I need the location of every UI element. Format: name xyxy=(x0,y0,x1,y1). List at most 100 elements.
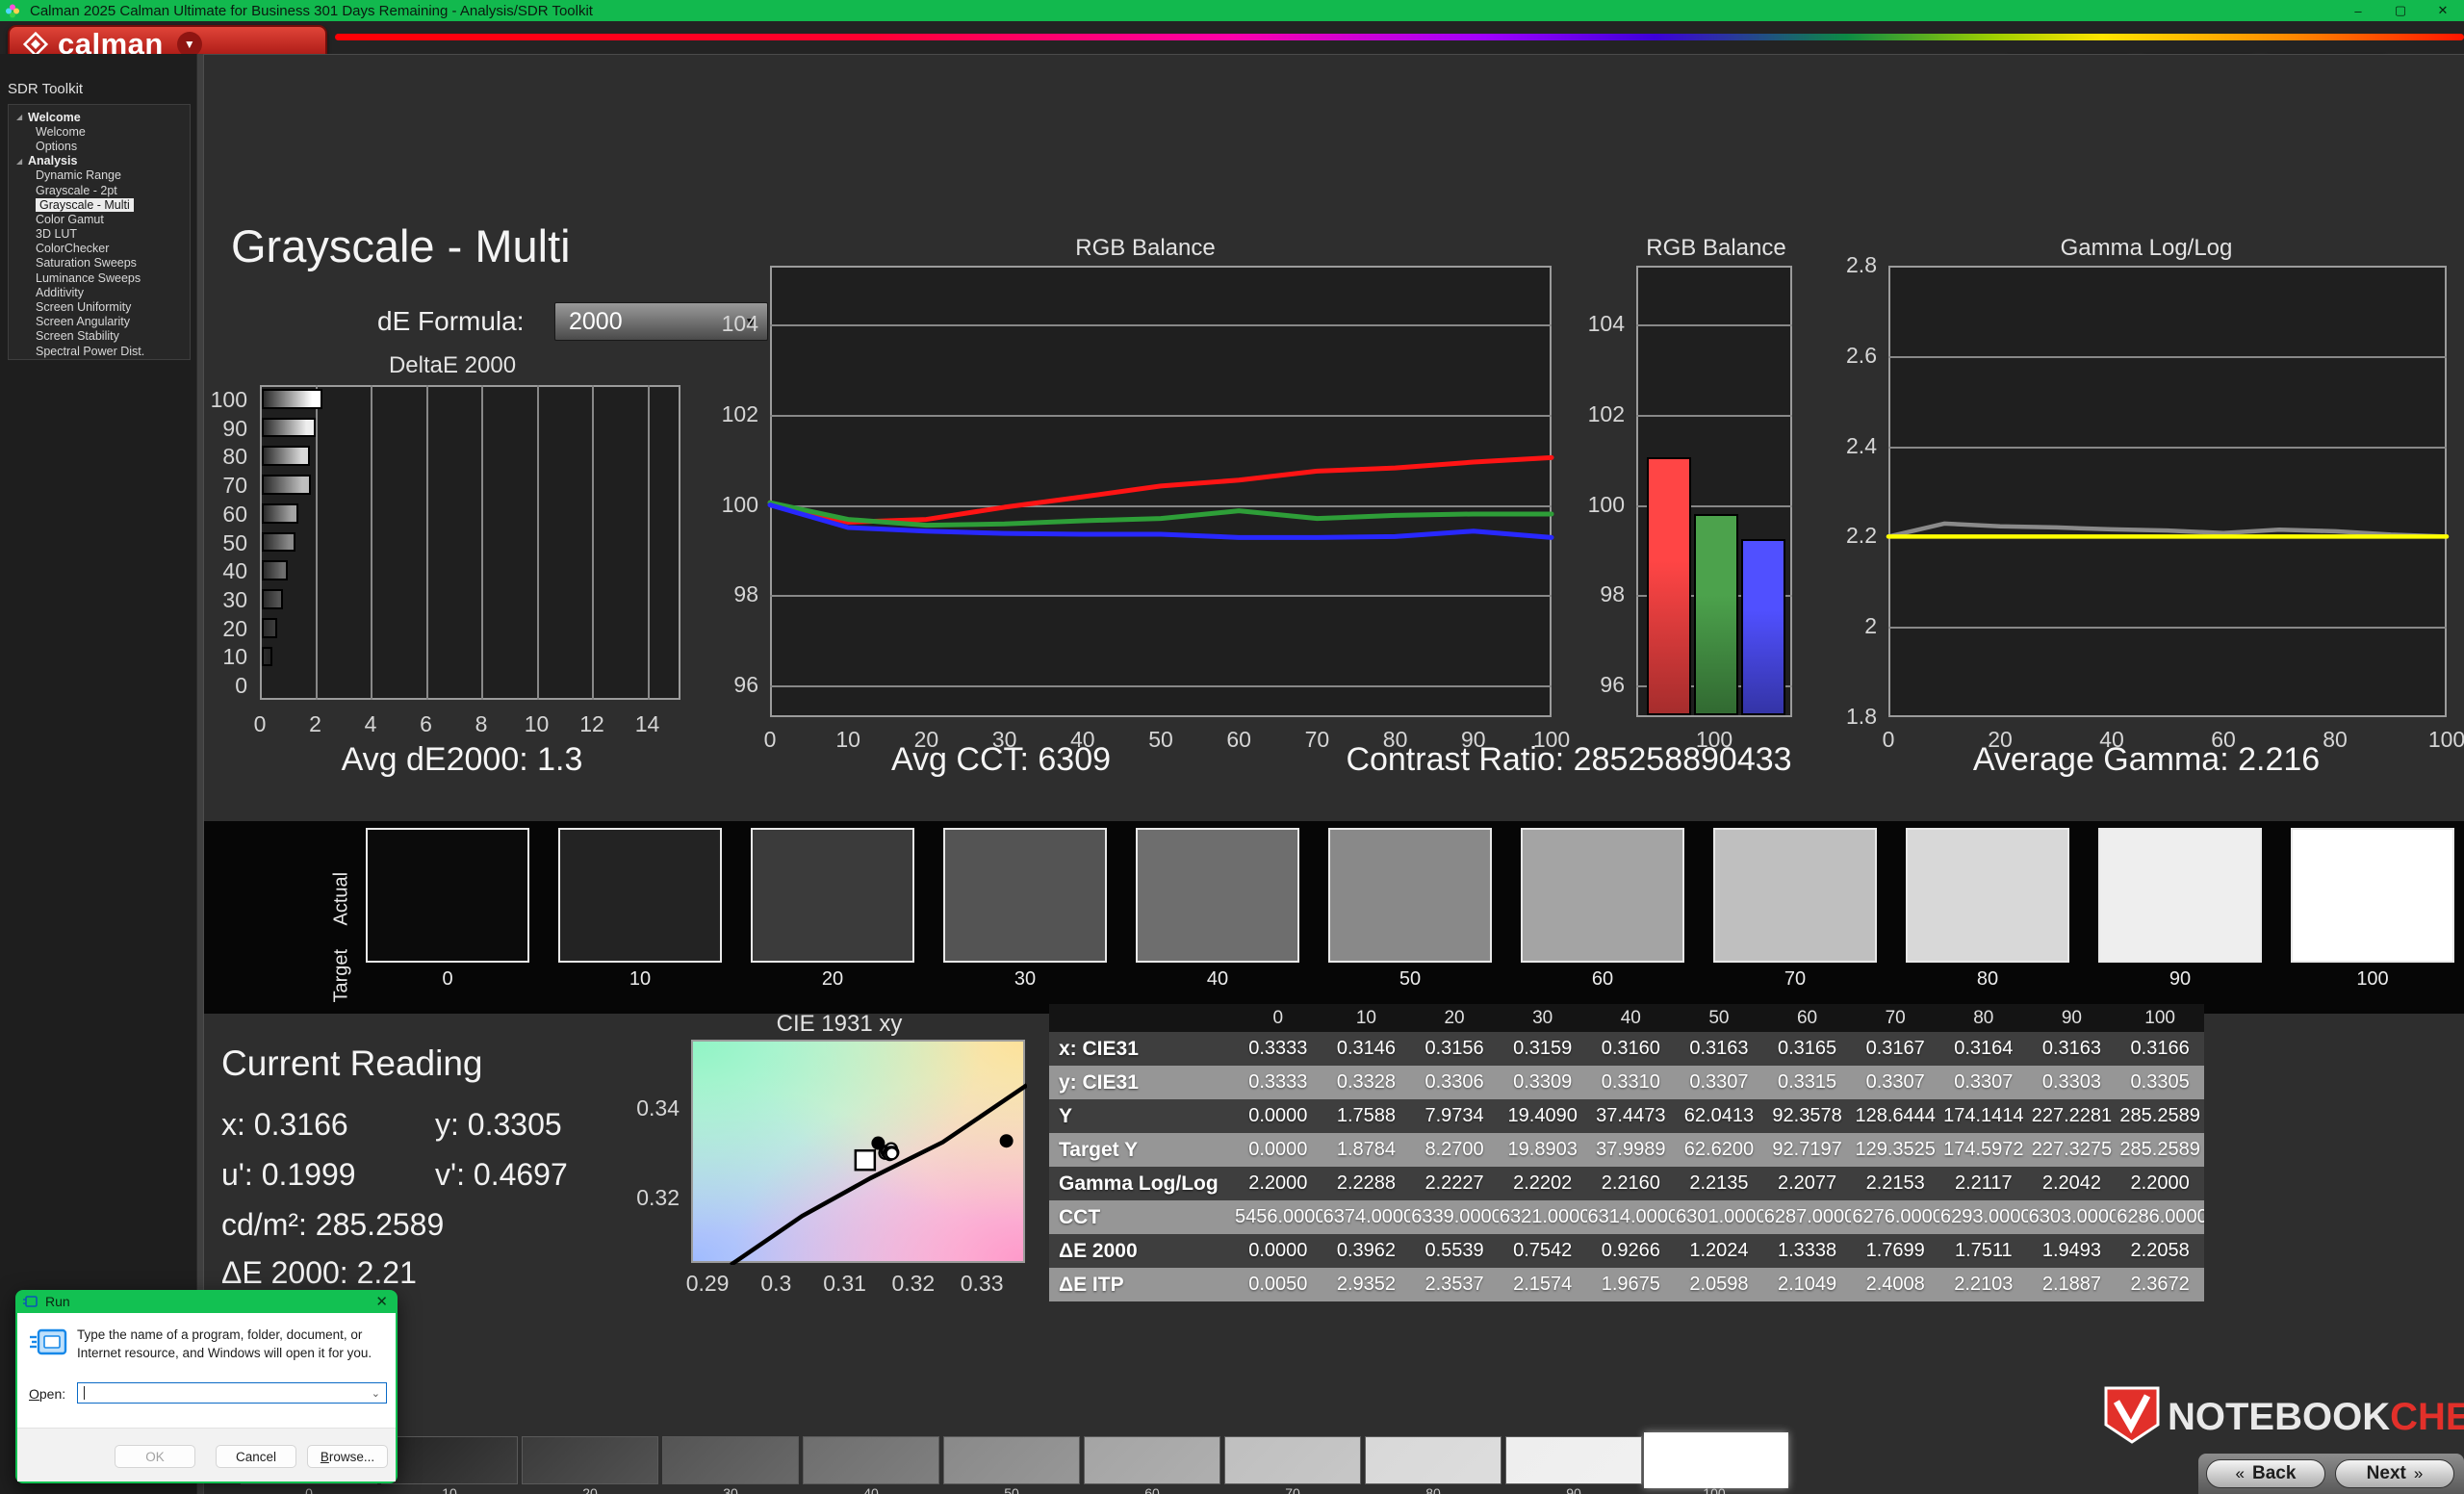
table-cell: 6314.0000 xyxy=(1587,1200,1676,1234)
patch-cell-90[interactable] xyxy=(1505,1436,1642,1484)
table-cell: 0.3167 xyxy=(1851,1032,1939,1066)
y-tick-label: 70 xyxy=(188,473,247,499)
table-cell: 2.2117 xyxy=(1939,1167,2028,1200)
sidebar-item-saturation-sweeps[interactable]: Saturation Sweeps xyxy=(9,256,190,270)
table-cell: 2.3672 xyxy=(2116,1268,2204,1301)
table-cell: 1.7588 xyxy=(1322,1099,1411,1133)
sidebar-splitter[interactable] xyxy=(196,54,204,1494)
table-cell: 1.3338 xyxy=(1763,1234,1852,1268)
app-window: Calman 2025 Calman Ultimate for Business… xyxy=(0,0,2464,1494)
x-tick-label: 0.31 xyxy=(811,1271,879,1297)
patch-cell-50[interactable] xyxy=(943,1436,1080,1484)
table-cell: 0.3328 xyxy=(1322,1066,1411,1099)
table-cell: 285.2589 xyxy=(2116,1099,2204,1133)
sidebar-item-3d-lut[interactable]: 3D LUT xyxy=(9,227,190,242)
patch-cell-10[interactable] xyxy=(381,1436,518,1484)
patch-cell-40[interactable] xyxy=(803,1436,939,1484)
sidebar-item-additivity[interactable]: Additivity xyxy=(9,285,190,299)
swatch-level-label: 50 xyxy=(1328,968,1492,991)
sidebar-item-dynamic-range[interactable]: Dynamic Range xyxy=(9,168,190,183)
sidebar-item-welcome[interactable]: Welcome xyxy=(9,124,190,139)
table-cell: 0.3303 xyxy=(2028,1066,2117,1099)
rgb-balance-line-title: RGB Balance xyxy=(962,235,1328,262)
patch-cell-100[interactable] xyxy=(1644,1432,1788,1488)
table-cell: 2.2227 xyxy=(1410,1167,1499,1200)
y-tick-label: 96 xyxy=(1559,672,1625,698)
close-button[interactable]: ✕ xyxy=(2422,3,2464,18)
current-reading-left: x: 0.3166 xyxy=(221,1107,348,1143)
table-cell: 62.0413 xyxy=(1675,1099,1763,1133)
y-tick-label: 90 xyxy=(188,416,247,442)
current-reading-left: u': 0.1999 xyxy=(221,1157,356,1193)
sidebar-item-color-gamut[interactable]: Color Gamut xyxy=(9,212,190,226)
sidebar-item-colorchecker[interactable]: ColorChecker xyxy=(9,242,190,256)
back-button[interactable]: « Back xyxy=(2206,1459,2325,1488)
browse-button[interactable]: Browse... xyxy=(307,1445,388,1468)
table-cell: 62.6200 xyxy=(1675,1133,1763,1167)
table-cell: 0.3163 xyxy=(1675,1032,1763,1066)
sidebar-item-screen-stability[interactable]: Screen Stability xyxy=(9,329,190,344)
patch-cell-30[interactable] xyxy=(662,1436,799,1484)
x-tick-label: 2 xyxy=(292,711,340,737)
plot-area xyxy=(770,266,1552,717)
swatch-level-label: 60 xyxy=(1521,968,1684,991)
table-cell: 2.2103 xyxy=(1939,1268,2028,1301)
y-tick-label: 30 xyxy=(188,587,247,613)
y-tick-label: 104 xyxy=(693,311,758,337)
sidebar-item-welcome[interactable]: ◢Welcome xyxy=(9,110,190,124)
ok-button[interactable]: OK xyxy=(115,1445,195,1468)
sidebar-item-grayscale-2pt[interactable]: Grayscale - 2pt xyxy=(9,183,190,197)
table-cell: 227.3275 xyxy=(2028,1133,2117,1167)
sidebar-item-screen-angularity[interactable]: Screen Angularity xyxy=(9,315,190,329)
table-row: CCT5456.00006374.00006339.00006321.00006… xyxy=(1049,1200,2204,1234)
navigation-bar: « Back Next » xyxy=(2198,1454,2464,1494)
minimize-button[interactable]: – xyxy=(2337,4,2379,18)
sidebar-item-analysis[interactable]: ◢Analysis xyxy=(9,154,190,168)
sidebar-item-luminance-sweeps[interactable]: Luminance Sweeps xyxy=(9,270,190,285)
patch-cell-80[interactable] xyxy=(1365,1436,1502,1484)
sidebar-item-grayscale-multi[interactable]: Grayscale - Multi xyxy=(9,197,190,212)
table-row-label: Target Y xyxy=(1049,1133,1234,1167)
table-column-header: 10 xyxy=(1322,1004,1411,1032)
table-cell: 1.7699 xyxy=(1851,1234,1939,1268)
x-tick-label: 12 xyxy=(568,711,616,737)
patch-cell-label: 10 xyxy=(381,1485,518,1494)
gridline xyxy=(648,385,650,700)
patch-cell-20[interactable] xyxy=(522,1436,658,1484)
open-input[interactable]: ⌄ xyxy=(77,1382,387,1404)
sidebar-item-options[interactable]: Options xyxy=(9,139,190,153)
y-tick-label: 0.32 xyxy=(614,1185,680,1211)
gridline xyxy=(770,595,1552,597)
run-close-icon[interactable]: ✕ xyxy=(375,1293,388,1310)
y-tick-label: 2.2 xyxy=(1811,523,1877,549)
y-tick-label: 100 xyxy=(1559,492,1625,518)
run-dialog-titlebar[interactable]: Run ✕ xyxy=(15,1290,398,1313)
sidebar-item-label: Additivity xyxy=(36,286,84,299)
table-cell: 2.9352 xyxy=(1322,1268,1411,1301)
table-row: ΔE 20000.00000.39620.55390.75420.92661.2… xyxy=(1049,1234,2204,1268)
sidebar-item-spectral-power-dist-[interactable]: Spectral Power Dist. xyxy=(9,344,190,358)
patch-cell-60[interactable] xyxy=(1084,1436,1220,1484)
gridline xyxy=(1888,627,2447,629)
table-row: x: CIE310.33330.31460.31560.31590.31600.… xyxy=(1049,1032,2204,1066)
patch-cell-70[interactable] xyxy=(1224,1436,1361,1484)
expander-icon[interactable]: ◢ xyxy=(16,157,26,166)
maximize-button[interactable]: ▢ xyxy=(2379,3,2422,18)
table-column-header: 40 xyxy=(1587,1004,1676,1032)
expander-icon[interactable]: ◢ xyxy=(16,113,26,121)
next-button[interactable]: Next » xyxy=(2335,1459,2454,1488)
cancel-button[interactable]: Cancel xyxy=(216,1445,296,1468)
sidebar-item-screen-uniformity[interactable]: Screen Uniformity xyxy=(9,299,190,314)
table-cell: 37.9989 xyxy=(1587,1133,1676,1167)
run-dialog-body: Type the name of a program, folder, docu… xyxy=(17,1313,396,1428)
table-cell: 128.6444 xyxy=(1851,1099,1939,1133)
current-reading-right: y: 0.3305 xyxy=(435,1107,562,1143)
table-cell: 6321.0000 xyxy=(1499,1200,1587,1234)
target-row-label: Target xyxy=(331,897,353,1003)
window-titlebar: Calman 2025 Calman Ultimate for Business… xyxy=(0,0,2464,21)
table-cell: 2.2288 xyxy=(1322,1167,1411,1200)
table-cell: 0.3160 xyxy=(1587,1032,1676,1066)
swatch-level-label: 100 xyxy=(2291,968,2454,991)
table-cell: 6303.0000 xyxy=(2028,1200,2117,1234)
table-cell: 19.4090 xyxy=(1499,1099,1587,1133)
